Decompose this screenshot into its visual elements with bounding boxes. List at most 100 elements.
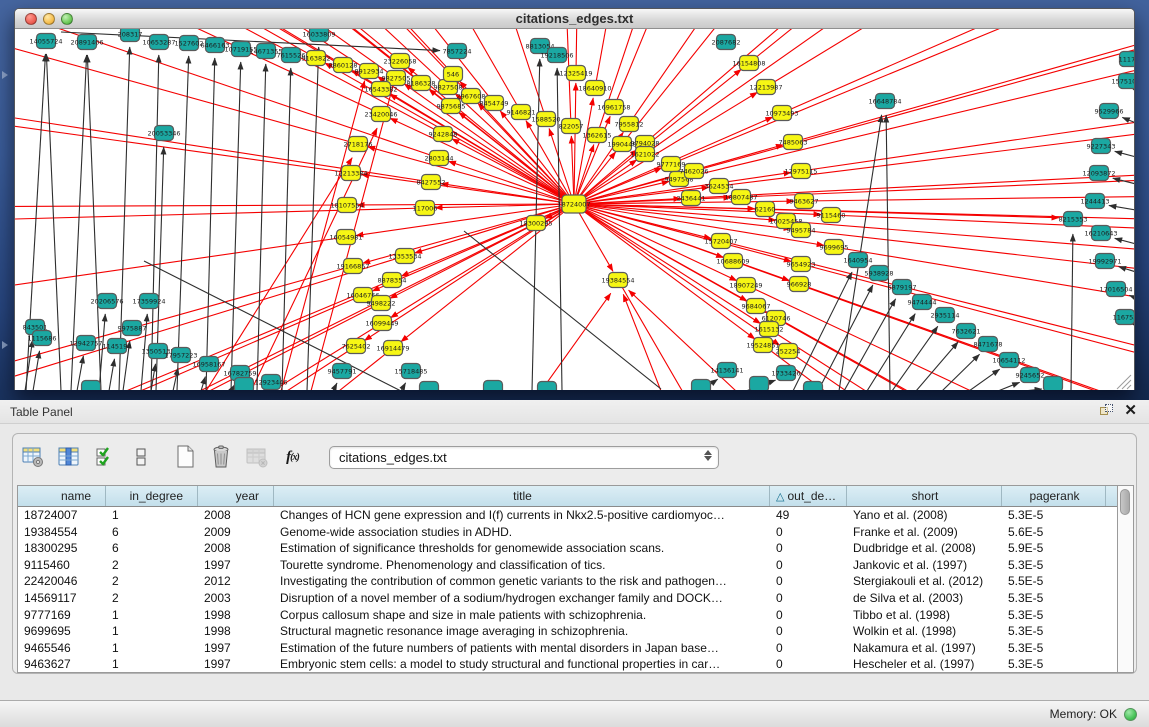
network-view-window[interactable]: citations_edges.txt 91638228860128891293… — [14, 8, 1135, 390]
select-all-icon[interactable] — [91, 443, 118, 471]
table-cell[interactable]: 9463627 — [18, 656, 106, 673]
table-cell[interactable]: Estimation of significance thresholds fo… — [274, 540, 770, 557]
table-row[interactable]: 1456911722003Disruption of a novel membe… — [18, 590, 1117, 607]
table-row[interactable]: 1872400712008Changes of HCN gene express… — [18, 507, 1117, 524]
memory-ok-indicator[interactable] — [1124, 708, 1137, 721]
table-cell[interactable]: 5.6E-5 — [1002, 524, 1106, 541]
table-cell[interactable]: 9699695 — [18, 623, 106, 640]
table-cell[interactable]: 0 — [770, 640, 847, 657]
table-cell[interactable]: 9115460 — [18, 557, 106, 574]
table-cell[interactable]: 0 — [770, 540, 847, 557]
table-cell[interactable]: 5.5E-5 — [1002, 573, 1106, 590]
table-cell[interactable]: 19384554 — [18, 524, 106, 541]
table-cell[interactable]: Dudbridge et al. (2008) — [847, 540, 1002, 557]
table-cell[interactable]: Investigating the contribution of common… — [274, 573, 770, 590]
table-cell[interactable]: 2 — [106, 557, 198, 574]
table-cell[interactable]: 9777169 — [18, 607, 106, 624]
table-cell[interactable]: 1 — [106, 656, 198, 673]
table-cell[interactable]: 22420046 — [18, 573, 106, 590]
table-cell[interactable]: Jankovic et al. (1997) — [847, 557, 1002, 574]
table-cell[interactable]: 1998 — [198, 623, 274, 640]
table-cell[interactable]: Structural magnetic resonance image aver… — [274, 623, 770, 640]
function-builder-icon[interactable]: f(x) — [279, 443, 306, 471]
table-header-row[interactable]: namein_degreeyeartitle△out_de…shortpager… — [18, 486, 1117, 507]
column-header-in_degree[interactable]: in_degree — [106, 486, 198, 506]
table-cell[interactable]: 2008 — [198, 540, 274, 557]
table-cell[interactable]: Changes of HCN gene expression and I(f) … — [274, 507, 770, 524]
table-vertical-scrollbar[interactable] — [1118, 485, 1134, 673]
table-cell[interactable]: 1 — [106, 623, 198, 640]
table-cell[interactable]: 5.3E-5 — [1002, 590, 1106, 607]
graph-node[interactable] — [692, 380, 711, 391]
table-cell[interactable]: 5.9E-5 — [1002, 540, 1106, 557]
table-cell[interactable]: 0 — [770, 524, 847, 541]
table-row[interactable]: 969969511998Structural magnetic resonanc… — [18, 623, 1117, 640]
graph-node[interactable] — [538, 382, 557, 391]
graph-node[interactable] — [804, 382, 823, 391]
table-row[interactable]: 911546021997Tourette syndrome. Phenomeno… — [18, 557, 1117, 574]
graph-node[interactable] — [750, 377, 769, 391]
table-cell[interactable]: 0 — [770, 607, 847, 624]
column-header-year[interactable]: year — [198, 486, 274, 506]
table-cell[interactable]: Genome-wide association studies in ADHD. — [274, 524, 770, 541]
network-window-titlebar[interactable]: citations_edges.txt — [15, 9, 1134, 29]
graph-node[interactable] — [1044, 377, 1063, 391]
table-cell[interactable]: 49 — [770, 507, 847, 524]
graph-node[interactable] — [235, 378, 254, 391]
delete-icon[interactable] — [207, 443, 234, 471]
table-cell[interactable]: Stergiakouli et al. (2012) — [847, 573, 1002, 590]
table-cell[interactable]: 1998 — [198, 607, 274, 624]
table-cell[interactable]: 14569117 — [18, 590, 106, 607]
network-canvas[interactable]: 9163822886012889129342322605898275058186… — [15, 29, 1134, 390]
float-panel-icon[interactable] — [1100, 404, 1114, 418]
table-cell[interactable]: Nakamura et al. (1997) — [847, 640, 1002, 657]
table-cell[interactable]: 0 — [770, 623, 847, 640]
table-cell[interactable]: 9465546 — [18, 640, 106, 657]
new-file-icon[interactable] — [171, 443, 198, 471]
column-header-short[interactable]: short — [847, 486, 1002, 506]
table-cell[interactable]: 0 — [770, 557, 847, 574]
table-cell[interactable]: 1997 — [198, 656, 274, 673]
table-settings-icon[interactable] — [19, 443, 46, 471]
table-cell[interactable]: 1 — [106, 607, 198, 624]
close-panel-icon[interactable]: ✕ — [1124, 404, 1137, 418]
table-cell[interactable]: 2009 — [198, 524, 274, 541]
rows-icon[interactable] — [127, 443, 154, 471]
collapse-west-panel-arrow-icon[interactable] — [2, 71, 8, 79]
column-header-out_de[interactable]: △out_de… — [770, 486, 847, 506]
table-cell[interactable]: Disruption of a novel member of a sodium… — [274, 590, 770, 607]
table-cell[interactable]: 1 — [106, 507, 198, 524]
table-cell[interactable]: 0 — [770, 573, 847, 590]
table-row[interactable]: 946362711997Embryonic stem cells: a mode… — [18, 656, 1117, 673]
table-row[interactable]: 977716911998Corpus callosum shape and si… — [18, 607, 1117, 624]
table-cell[interactable]: 5.3E-5 — [1002, 507, 1106, 524]
column-header-title[interactable]: title — [274, 486, 770, 506]
node-table[interactable]: namein_degreeyeartitle△out_de…shortpager… — [17, 485, 1118, 673]
table-cell[interactable]: 1997 — [198, 640, 274, 657]
table-cell[interactable]: 2012 — [198, 573, 274, 590]
table-cell[interactable]: 6 — [106, 540, 198, 557]
column-header-name[interactable]: name — [18, 486, 106, 506]
table-cell[interactable]: Corpus callosum shape and size in male p… — [274, 607, 770, 624]
column-header-pagerank[interactable]: pagerank — [1002, 486, 1106, 506]
table-cell[interactable]: 2003 — [198, 590, 274, 607]
table-cell[interactable]: Yano et al. (2008) — [847, 507, 1002, 524]
table-cell[interactable]: 1 — [106, 640, 198, 657]
table-cell[interactable]: Hescheler et al. (1997) — [847, 656, 1002, 673]
table-cell[interactable]: Estimation of the future numbers of pati… — [274, 640, 770, 657]
table-cell[interactable]: 2008 — [198, 507, 274, 524]
table-cell[interactable]: Wolkin et al. (1998) — [847, 623, 1002, 640]
table-row[interactable]: 946554611997Estimation of the future num… — [18, 640, 1117, 657]
table-cell[interactable]: 18724007 — [18, 507, 106, 524]
table-selector-dropdown[interactable]: citations_edges.txt — [329, 446, 719, 469]
table-row[interactable]: 1938455462009Genome-wide association stu… — [18, 524, 1117, 541]
table-cell[interactable]: 5.3E-5 — [1002, 640, 1106, 657]
table-cell[interactable]: 1997 — [198, 557, 274, 574]
graph-node[interactable] — [82, 381, 101, 391]
table-cell[interactable]: Tourette syndrome. Phenomenology and cla… — [274, 557, 770, 574]
collapse-west-panel-arrow-icon[interactable] — [2, 341, 8, 349]
table-cell[interactable]: 5.3E-5 — [1002, 623, 1106, 640]
table-cell[interactable]: de Silva et al. (2003) — [847, 590, 1002, 607]
table-cell[interactable]: Franke et al. (2009) — [847, 524, 1002, 541]
table-cell[interactable]: 2 — [106, 590, 198, 607]
